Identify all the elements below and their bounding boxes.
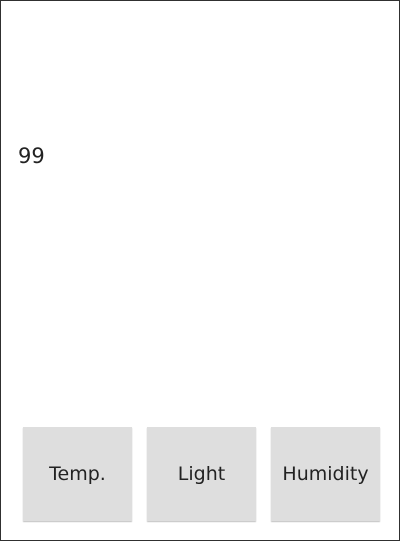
temp-button[interactable]: Temp. xyxy=(23,427,132,521)
app-window: 99 Temp. Light Humidity xyxy=(0,0,400,541)
sensor-reading-value: 99 xyxy=(18,144,45,168)
humidity-button[interactable]: Humidity xyxy=(271,427,380,521)
light-button[interactable]: Light xyxy=(147,427,256,521)
